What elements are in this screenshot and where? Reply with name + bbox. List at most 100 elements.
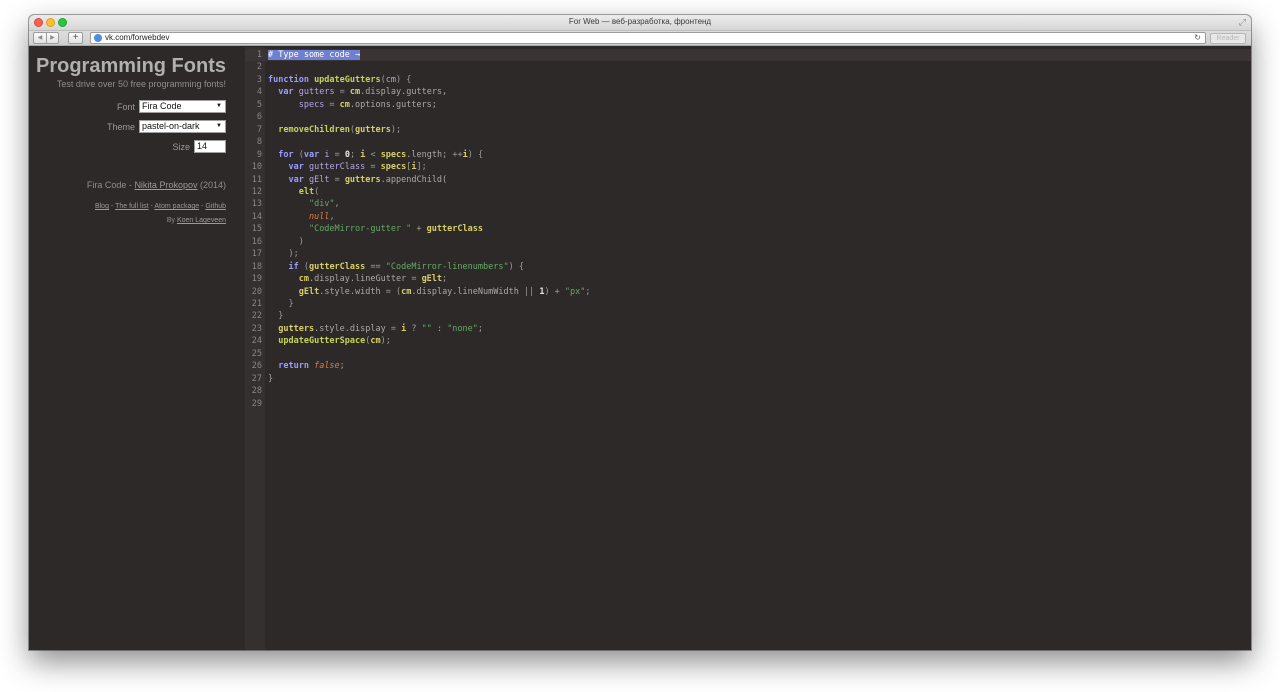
line-number: 1 [256,50,262,60]
blog-link[interactable]: Blog [95,203,109,210]
line-number: 9 [256,149,262,160]
code-line[interactable]: 27} [245,373,1251,385]
code-line[interactable]: 28 [245,385,1251,397]
globe-icon [94,34,102,42]
line-code: # Type some code → [268,49,361,61]
line-number: 13 [251,199,262,210]
code-line[interactable]: 22 } [245,310,1251,322]
new-tab-button[interactable]: + [68,32,83,44]
nav-buttons: ◀ ▶ [33,32,59,44]
theme-select[interactable]: pastel-on-dark ▼ [139,120,226,133]
byline: By Koen Lageveen [167,217,226,224]
code-line[interactable]: 26 return false; [245,360,1251,372]
code-line[interactable]: 1 # Type some code → [245,49,1251,61]
code-token: cm [401,286,412,297]
code-line[interactable]: 13 "div", [245,198,1251,210]
code-line[interactable]: 9 for (var i = 0; i < specs.length; ++i)… [245,149,1251,161]
size-input[interactable]: 14 [194,140,226,153]
code-token: ) + [544,286,565,297]
address-bar[interactable]: vk.com/forwebdev ↻ [90,32,1206,44]
code-line[interactable]: 21 } [245,298,1251,310]
line-code: null, [268,211,335,223]
code-token: gutterClass [308,261,366,272]
font-select[interactable]: Fira Code ▼ [139,100,226,113]
line-code: specs = cm.options.gutters; [268,99,437,111]
code-line[interactable]: 6 [245,111,1251,123]
line-code: } [268,298,294,310]
theme-row: Theme pastel-on-dark ▼ [107,120,226,133]
code-line[interactable]: 7 removeChildren(gutters); [245,124,1251,136]
line-code: gElt.style.width = (cm.display.lineNumWi… [268,286,591,298]
atom-package-link[interactable]: Atom package [154,203,199,210]
forward-button[interactable]: ▶ [45,33,58,43]
line-code: elt( [268,186,319,198]
code-line[interactable]: 24 updateGutterSpace(cm); [245,335,1251,347]
url-text: vk.com/forwebdev [105,33,170,42]
code-line[interactable]: 11 var gElt = gutters.appendChild( [245,174,1251,186]
font-select-value: Fira Code [142,101,182,111]
line-number: 25 [251,348,262,359]
code-line[interactable]: 18 if (gutterClass == "CodeMirror-linenu… [245,261,1251,273]
code-token: = [406,274,422,285]
code-line[interactable]: 19 cm.display.lineGutter = gElt; [245,273,1251,285]
code-line[interactable]: 12 elt( [245,186,1251,198]
credit-author-link[interactable]: Nikita Prokopov [134,180,197,190]
code-token: elt [298,186,315,197]
theme-label: Theme [106,121,135,132]
code-line[interactable]: 20 gElt.style.width = (cm.display.lineNu… [245,286,1251,298]
code-token: + [411,224,427,235]
code-line[interactable]: 10 var gutterClass = specs[i]; [245,161,1251,173]
code-editor[interactable]: 1 # Type some code → 2 3 function updateGutt… [245,47,1251,650]
code-token: , [334,199,340,210]
code-token: = [324,99,340,110]
code-token: var [288,162,309,173]
code-line[interactable]: 4 var gutters = cm.display.gutters, [245,86,1251,98]
code-line[interactable]: 3 function updateGutters(cm) { [245,74,1251,86]
font-label: Font [116,101,135,112]
code-token: } [268,373,274,384]
code-line[interactable]: 15 "CodeMirror-gutter " + gutterClass [245,223,1251,235]
reload-icon[interactable]: ↻ [1194,33,1201,43]
back-button[interactable]: ◀ [34,33,46,43]
line-number: 20 [251,286,262,297]
github-link[interactable]: Github [205,203,226,210]
code-token: cm [385,74,396,85]
code-line[interactable]: 25 [245,348,1251,360]
code-line[interactable]: 17 ); [245,248,1251,260]
code-token: "CodeMirror-gutter " [308,224,412,235]
line-code: } [268,373,273,385]
reader-button[interactable]: Reader [1210,33,1246,44]
line-code: "div", [268,198,340,210]
code-token: < [365,149,381,160]
code-token: } [268,299,294,309]
code-token: .style.display [314,323,386,334]
code-token: = ( [380,286,402,297]
code-line[interactable]: 23 gutters.style.display = i ? "" : "non… [245,323,1251,335]
code-line[interactable]: 14 null, [245,211,1251,223]
code-line[interactable]: 8 [245,136,1251,148]
credit-year: (2014) [197,180,226,190]
code-token: ); [268,249,299,260]
code-token: } [268,311,284,322]
code-line[interactable]: 16 ) [245,236,1251,248]
line-code: var gElt = gutters.appendChild( [268,174,447,186]
code-token: ; [585,286,591,297]
code-token: updateGutterSpace [278,336,366,347]
fullscreen-icon[interactable]: ⤢ [1239,17,1246,28]
full-list-link[interactable]: The full list [115,203,148,210]
code-line[interactable]: 2 [245,61,1251,73]
code-token: gutters [355,124,391,135]
code-token: : [431,323,448,334]
by-author-link[interactable]: Koen Lageveen [177,217,226,224]
code-line[interactable]: 5 specs = cm.options.gutters; [245,99,1251,111]
line-code: ) [268,236,304,248]
code-token: "none" [447,323,478,334]
line-code: } [268,310,283,322]
code-line[interactable]: 29 [245,398,1251,410]
code-token: ; [349,149,361,160]
